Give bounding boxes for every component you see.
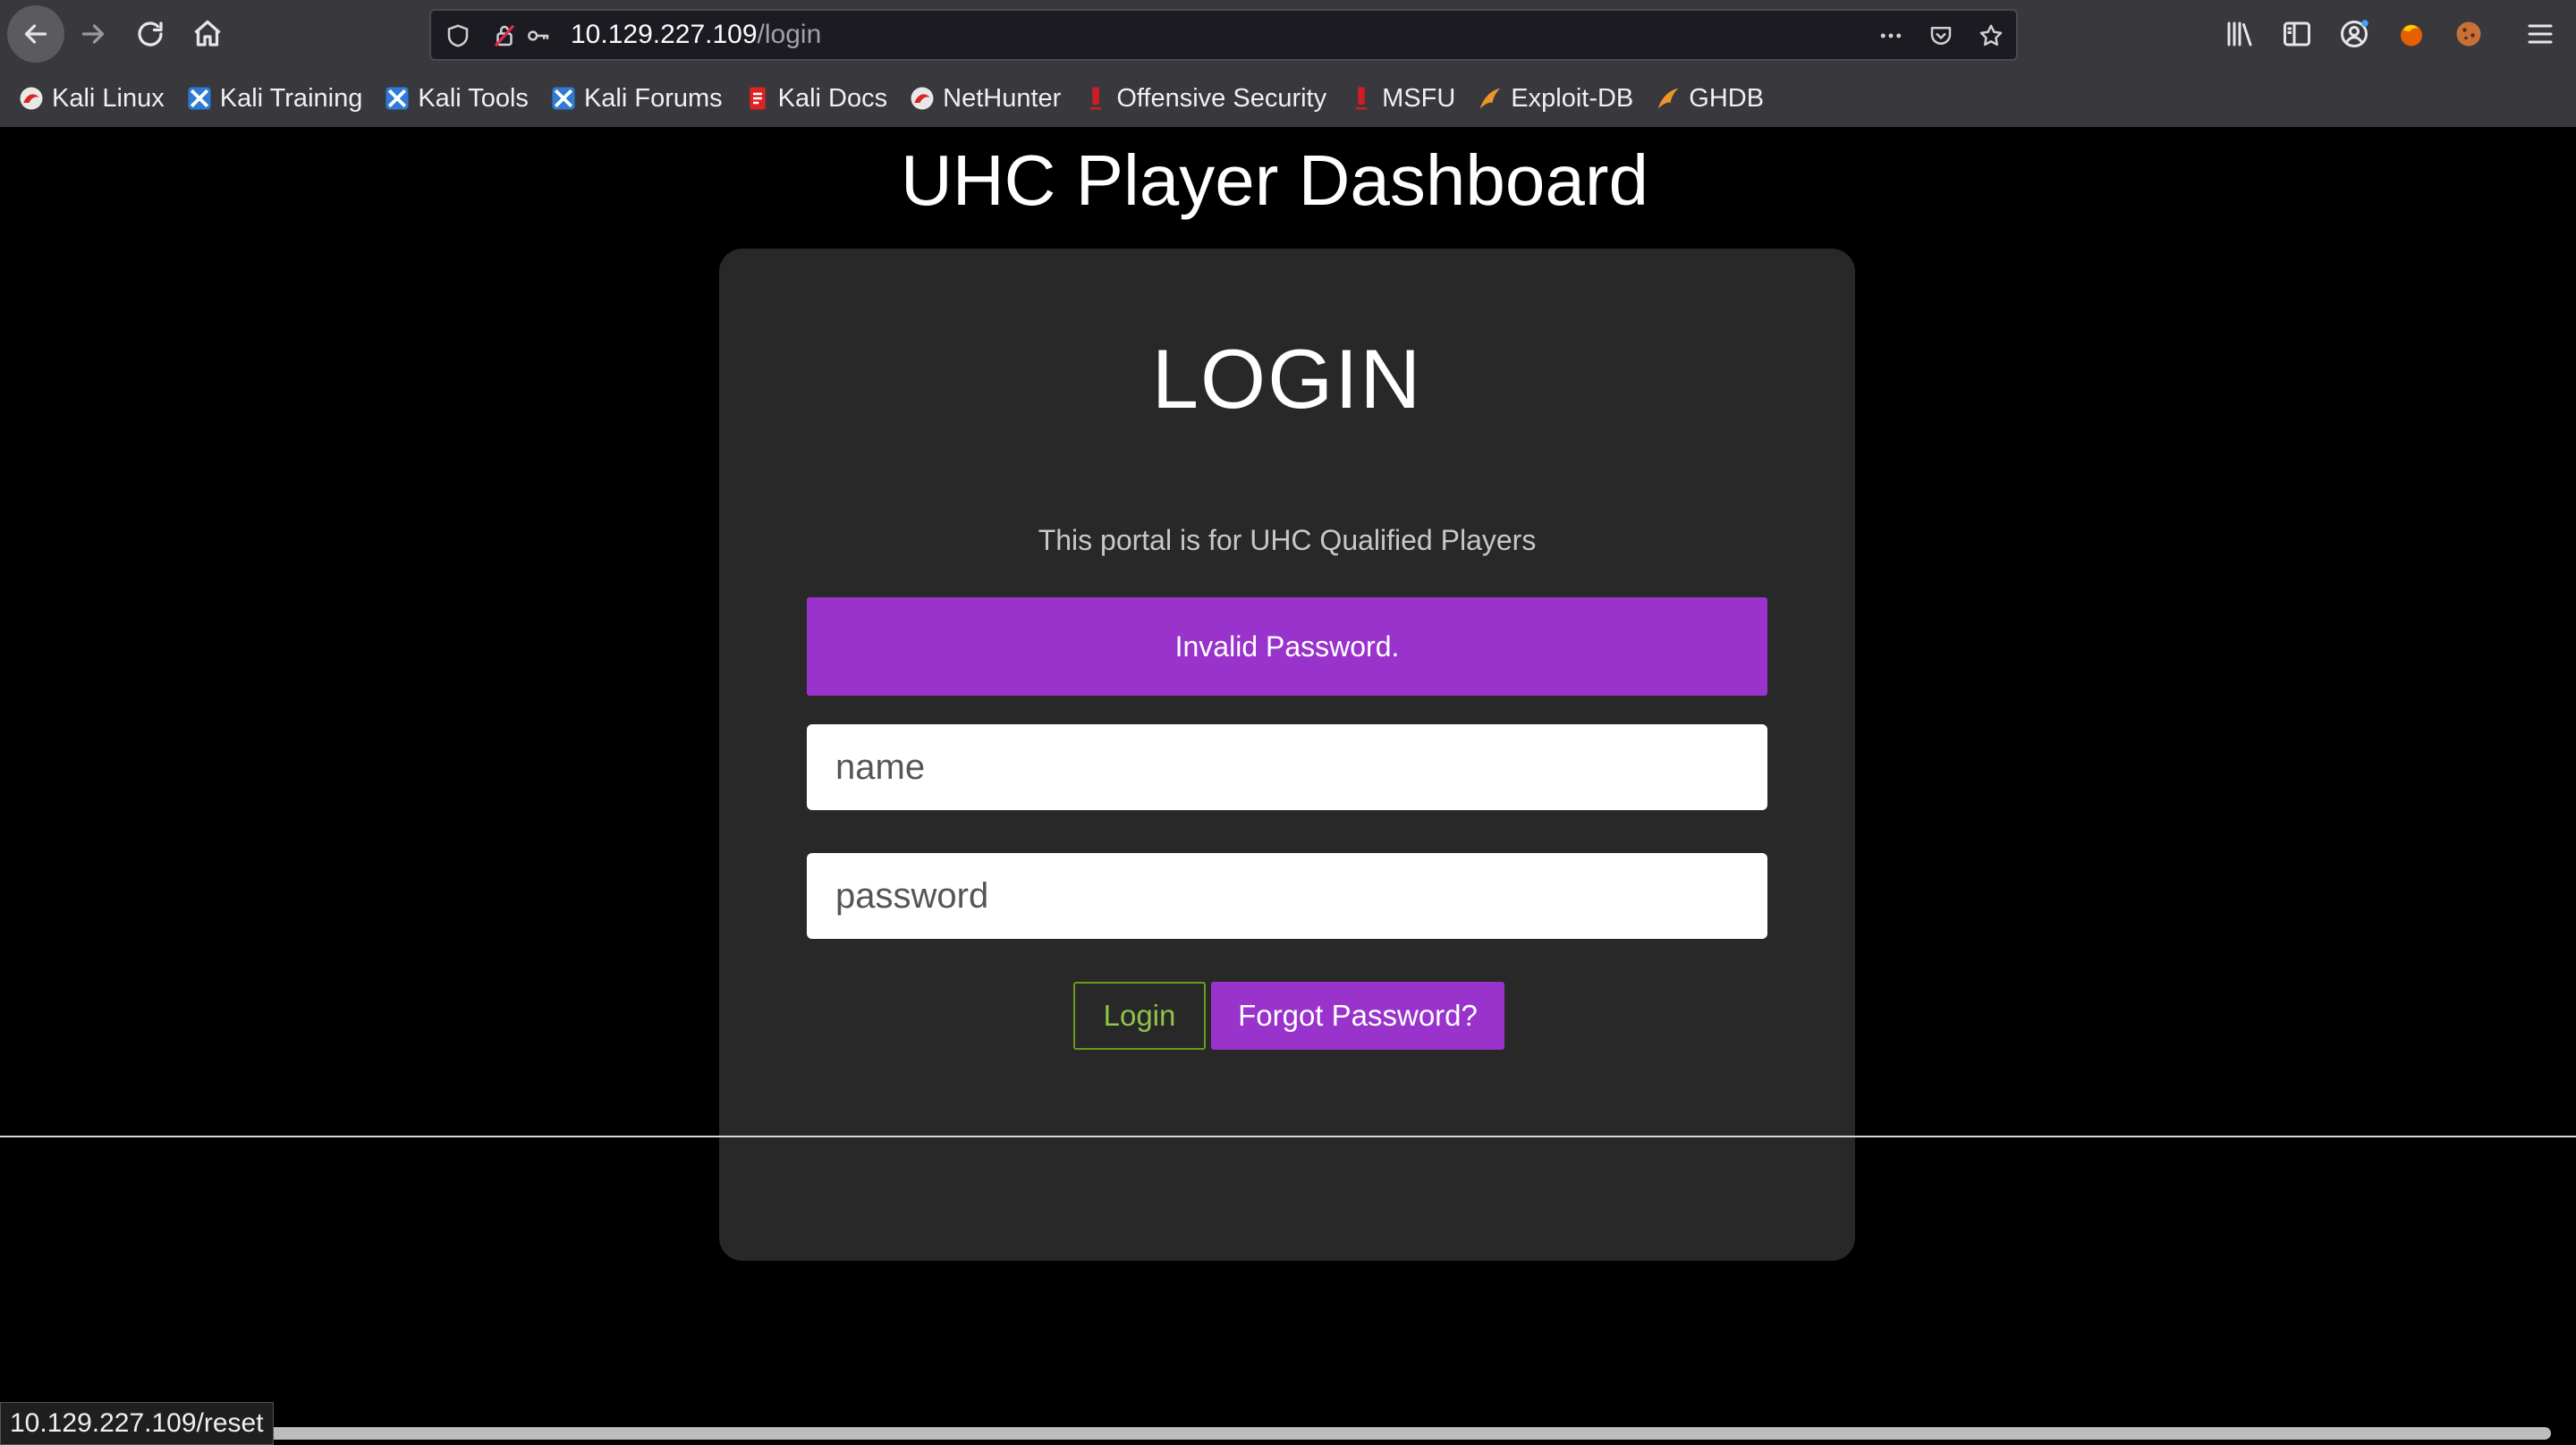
portal-subtitle: This portal is for UHC Qualified Players [1038,524,1537,556]
name-input[interactable] [807,724,1767,810]
back-button[interactable] [7,5,64,63]
error-alert: Invalid Password. [807,597,1767,696]
bookmark-label: Kali Forums [583,83,723,113]
bookmark-kali-forums[interactable]: Kali Forums [550,84,723,114]
bookmark-label: MSFU [1382,83,1456,113]
sidebar-icon [2284,21,2310,46]
arrow-right-icon [81,24,105,44]
forgot-password-button[interactable]: Forgot Password? [1211,982,1504,1050]
url-path: /login [757,20,822,49]
bookmark-label: Exploit-DB [1511,83,1634,113]
extension-button[interactable] [2388,11,2435,57]
bookmark-label: Kali Tools [418,83,529,113]
bookmark-label: GHDB [1689,83,1765,113]
horizontal-rule [0,1136,2576,1137]
horizontal-scrollbar[interactable] [261,1427,2551,1440]
bookmark-ghdb[interactable]: GHDB [1655,84,1764,114]
password-input[interactable] [807,853,1767,939]
login-card: LOGIN This portal is for UHC Qualified P… [719,249,1855,1261]
bookmark-exploit-db[interactable]: Exploit-DB [1477,84,1633,114]
library-button[interactable] [2216,11,2263,57]
exploitdb-icon [1477,85,1504,112]
reload-icon [138,21,163,46]
arrow-left-icon [24,24,47,44]
bookmark-kali-linux[interactable]: Kali Linux [18,84,165,114]
kali-tools-icon [550,85,577,112]
menu-button[interactable] [2517,11,2563,57]
pocket-icon[interactable] [1927,21,1955,50]
url-host: 10.129.227.109 [571,20,758,49]
kali-tools-icon [384,85,411,112]
insecure-lock-icon[interactable] [490,21,519,50]
shield-icon[interactable] [444,21,472,50]
web-page: UHC Player Dashboard LOGIN This portal i… [0,127,2576,1445]
url-text[interactable]: 10.129.227.109/login [571,20,821,50]
bookmarks-toolbar: Kali Linux Kali Training Kali Tools Kali… [0,70,2576,127]
bookmark-label: NetHunter [943,83,1062,113]
login-button[interactable]: Login [1073,982,1206,1050]
key-icon[interactable] [524,21,553,50]
bookmark-label: Offensive Security [1116,83,1327,113]
offsec-icon [1348,85,1375,112]
kali-tools-icon [186,85,213,112]
status-bar-url: 10.129.227.109/reset [0,1402,274,1445]
bookmark-label: Kali Docs [777,83,888,113]
bookmark-label: Kali Training [219,83,363,113]
bookmark-kali-tools[interactable]: Kali Tools [384,84,529,114]
login-heading: LOGIN [1151,332,1423,426]
bookmark-kali-training[interactable]: Kali Training [186,83,363,114]
bookmark-nethunter[interactable]: NetHunter [909,84,1061,114]
exploitdb-icon [1655,85,1682,112]
home-button[interactable] [179,5,236,63]
home-icon [194,20,221,46]
reload-button[interactable] [122,5,179,63]
account-icon [2341,20,2368,47]
navigation-toolbar: 10.129.227.109/login [0,0,2576,70]
firefox-extension-icon [2401,24,2422,46]
bookmark-label: Kali Linux [52,83,165,113]
bookmark-offensive-security[interactable]: Offensive Security [1082,84,1326,114]
kali-dragon-icon [909,85,936,112]
offsec-icon [1082,85,1109,112]
browser-chrome: 10.129.227.109/login Kali Linux Kali Tra… [0,0,2576,127]
url-bar[interactable]: 10.129.227.109/login [429,9,2018,61]
cookie-icon [2456,21,2481,46]
bookmark-kali-docs[interactable]: Kali Docs [744,83,888,114]
sidebar-button[interactable] [2274,11,2320,57]
kali-dragon-icon [18,85,45,112]
bookmark-msfu[interactable]: MSFU [1348,84,1455,114]
more-actions-icon[interactable] [1877,21,1905,50]
library-icon [2227,21,2252,46]
forward-button[interactable] [64,5,122,63]
kali-docs-icon [744,85,771,112]
cookie-extension-button[interactable] [2445,11,2492,57]
bookmark-star-icon[interactable] [1977,21,2005,50]
hamburger-menu-icon [2528,24,2553,44]
account-button[interactable] [2331,11,2377,57]
page-title: UHC Player Dashboard [901,140,1648,220]
